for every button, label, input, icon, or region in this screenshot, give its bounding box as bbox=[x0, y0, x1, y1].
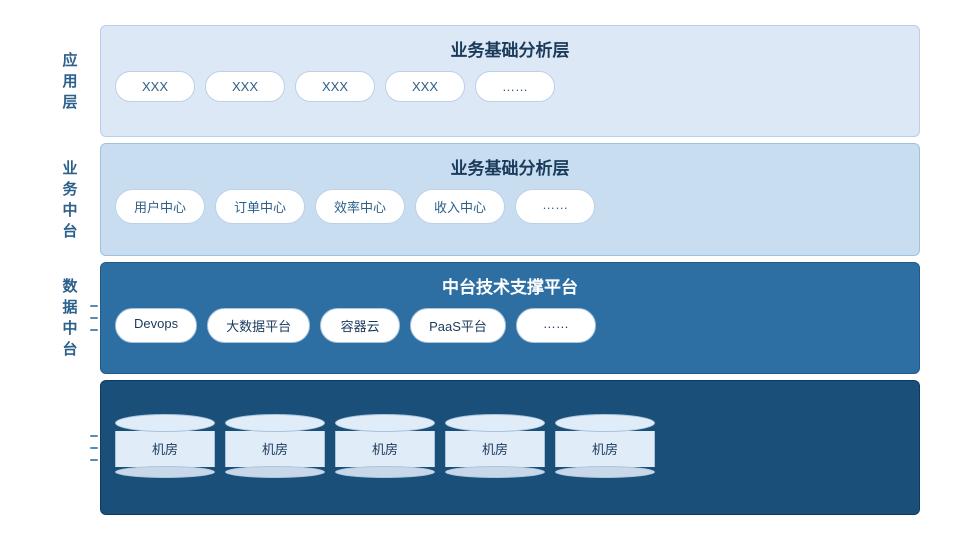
cyl-bottom-3 bbox=[335, 466, 435, 478]
layer-data: 数据中台 中台技术支撑平台 Devops 大数据平台 容器云 PaaS平台 …… bbox=[40, 262, 920, 374]
tick-1 bbox=[90, 305, 98, 307]
card-biz-5: …… bbox=[515, 189, 595, 224]
card-app-1: XXX bbox=[115, 71, 195, 102]
cyl-top-4 bbox=[445, 414, 545, 432]
cyl-bottom-4 bbox=[445, 466, 545, 478]
layer-content-infra: 机房 机房 机房 机房 bbox=[100, 380, 920, 515]
cylinder-2: 机房 bbox=[225, 414, 325, 478]
cylinder-3: 机房 bbox=[335, 414, 435, 478]
layer-title-business: 业务基础分析层 bbox=[115, 154, 905, 179]
card-app-4: XXX bbox=[385, 71, 465, 102]
layer-label-application: 应用层 bbox=[40, 25, 100, 137]
card-data-1: Devops bbox=[115, 308, 197, 343]
card-biz-1: 用户中心 bbox=[115, 189, 205, 224]
layer-content-business: 业务基础分析层 用户中心 订单中心 效率中心 收入中心 …… bbox=[100, 143, 920, 255]
tick-infra-3 bbox=[90, 459, 98, 461]
cyl-top-2 bbox=[225, 414, 325, 432]
tick-3 bbox=[90, 329, 98, 331]
card-data-2: 大数据平台 bbox=[207, 308, 310, 343]
tick-infra-2 bbox=[90, 447, 98, 449]
card-app-5: …… bbox=[475, 71, 555, 102]
cyl-bottom-1 bbox=[115, 466, 215, 478]
cards-row-data: Devops 大数据平台 容器云 PaaS平台 …… bbox=[115, 308, 905, 343]
layer-label-infra: 基础资源 bbox=[40, 380, 100, 515]
cylinder-4: 机房 bbox=[445, 414, 545, 478]
card-biz-3: 效率中心 bbox=[315, 189, 405, 224]
layer-label-data-text: 数据中台 bbox=[62, 276, 77, 360]
layer-business: 业务中台 业务基础分析层 用户中心 订单中心 效率中心 收入中心 …… bbox=[40, 143, 920, 255]
cyl-bottom-2 bbox=[225, 466, 325, 478]
architecture-diagram: 应用层 业务基础分析层 XXX XXX XXX XXX …… 业务中台 业务基础… bbox=[40, 25, 920, 515]
cylinders-row: 机房 机房 机房 机房 bbox=[115, 414, 905, 478]
cards-row-application: XXX XXX XXX XXX …… bbox=[115, 71, 905, 102]
cyl-body-3: 机房 bbox=[335, 431, 435, 467]
cylinder-1: 机房 bbox=[115, 414, 215, 478]
layer-label-infra-text: 基础资源 bbox=[62, 406, 77, 490]
card-biz-2: 订单中心 bbox=[215, 189, 305, 224]
card-data-4: PaaS平台 bbox=[410, 308, 506, 343]
cyl-top-1 bbox=[115, 414, 215, 432]
card-app-3: XXX bbox=[295, 71, 375, 102]
layer-label-data: 数据中台 bbox=[40, 262, 100, 374]
cyl-top-5 bbox=[555, 414, 655, 432]
cyl-body-2: 机房 bbox=[225, 431, 325, 467]
layer-title-application: 业务基础分析层 bbox=[115, 36, 905, 61]
layer-title-data: 中台技术支撑平台 bbox=[115, 273, 905, 298]
cyl-body-1: 机房 bbox=[115, 431, 215, 467]
layer-application: 应用层 业务基础分析层 XXX XXX XXX XXX …… bbox=[40, 25, 920, 137]
cyl-body-4: 机房 bbox=[445, 431, 545, 467]
cyl-body-5: 机房 bbox=[555, 431, 655, 467]
card-data-3: 容器云 bbox=[320, 308, 400, 343]
layer-content-application: 业务基础分析层 XXX XXX XXX XXX …… bbox=[100, 25, 920, 137]
cyl-bottom-5 bbox=[555, 466, 655, 478]
card-data-5: …… bbox=[516, 308, 596, 343]
cards-row-business: 用户中心 订单中心 效率中心 收入中心 …… bbox=[115, 189, 905, 224]
tick-2 bbox=[90, 317, 98, 319]
cyl-top-3 bbox=[335, 414, 435, 432]
card-biz-4: 收入中心 bbox=[415, 189, 505, 224]
layer-infra: 基础资源 机房 机房 bbox=[40, 380, 920, 515]
layer-content-data: 中台技术支撑平台 Devops 大数据平台 容器云 PaaS平台 …… bbox=[100, 262, 920, 374]
layer-label-business: 业务中台 bbox=[40, 143, 100, 255]
cylinder-5: 机房 bbox=[555, 414, 655, 478]
tick-infra-1 bbox=[90, 435, 98, 437]
card-app-2: XXX bbox=[205, 71, 285, 102]
